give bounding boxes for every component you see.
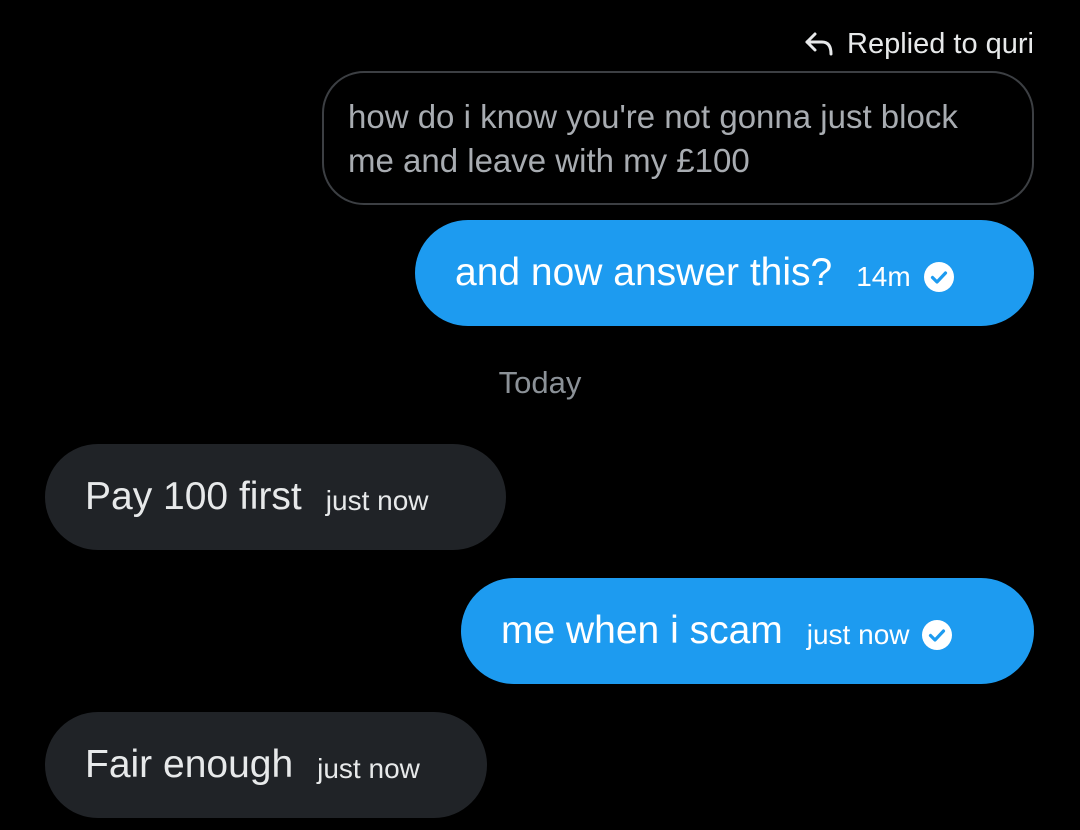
- message-text: me when i scam: [501, 609, 783, 652]
- message-timestamp: just now: [325, 485, 429, 516]
- message-text: Pay 100 first: [85, 475, 302, 518]
- message-timestamp: just now: [806, 619, 910, 650]
- message-timestamp: 14m: [856, 261, 911, 292]
- reply-arrow-icon: [805, 32, 833, 56]
- check-circle-icon: [922, 620, 953, 650]
- replied-to-label: Replied to quri: [847, 27, 1034, 60]
- quoted-message-text: how do i know you're not gonna just bloc…: [348, 98, 958, 179]
- quoted-message[interactable]: how do i know you're not gonna just bloc…: [322, 71, 1034, 205]
- message-bubble-sent[interactable]: me when i scam just now: [461, 578, 1034, 684]
- message-text: and now answer this?: [455, 251, 833, 294]
- message-timestamp: just now: [317, 753, 420, 784]
- date-separator: Today: [498, 365, 582, 400]
- message-bubble-sent[interactable]: and now answer this? 14m: [415, 220, 1034, 326]
- message-bubble-received[interactable]: Pay 100 first just now: [45, 444, 506, 550]
- replied-to-header[interactable]: Replied to quri: [803, 24, 1034, 64]
- message-bubble-received[interactable]: Fair enough just now: [45, 712, 487, 818]
- check-circle-icon: [923, 262, 954, 292]
- message-text: Fair enough: [85, 743, 294, 786]
